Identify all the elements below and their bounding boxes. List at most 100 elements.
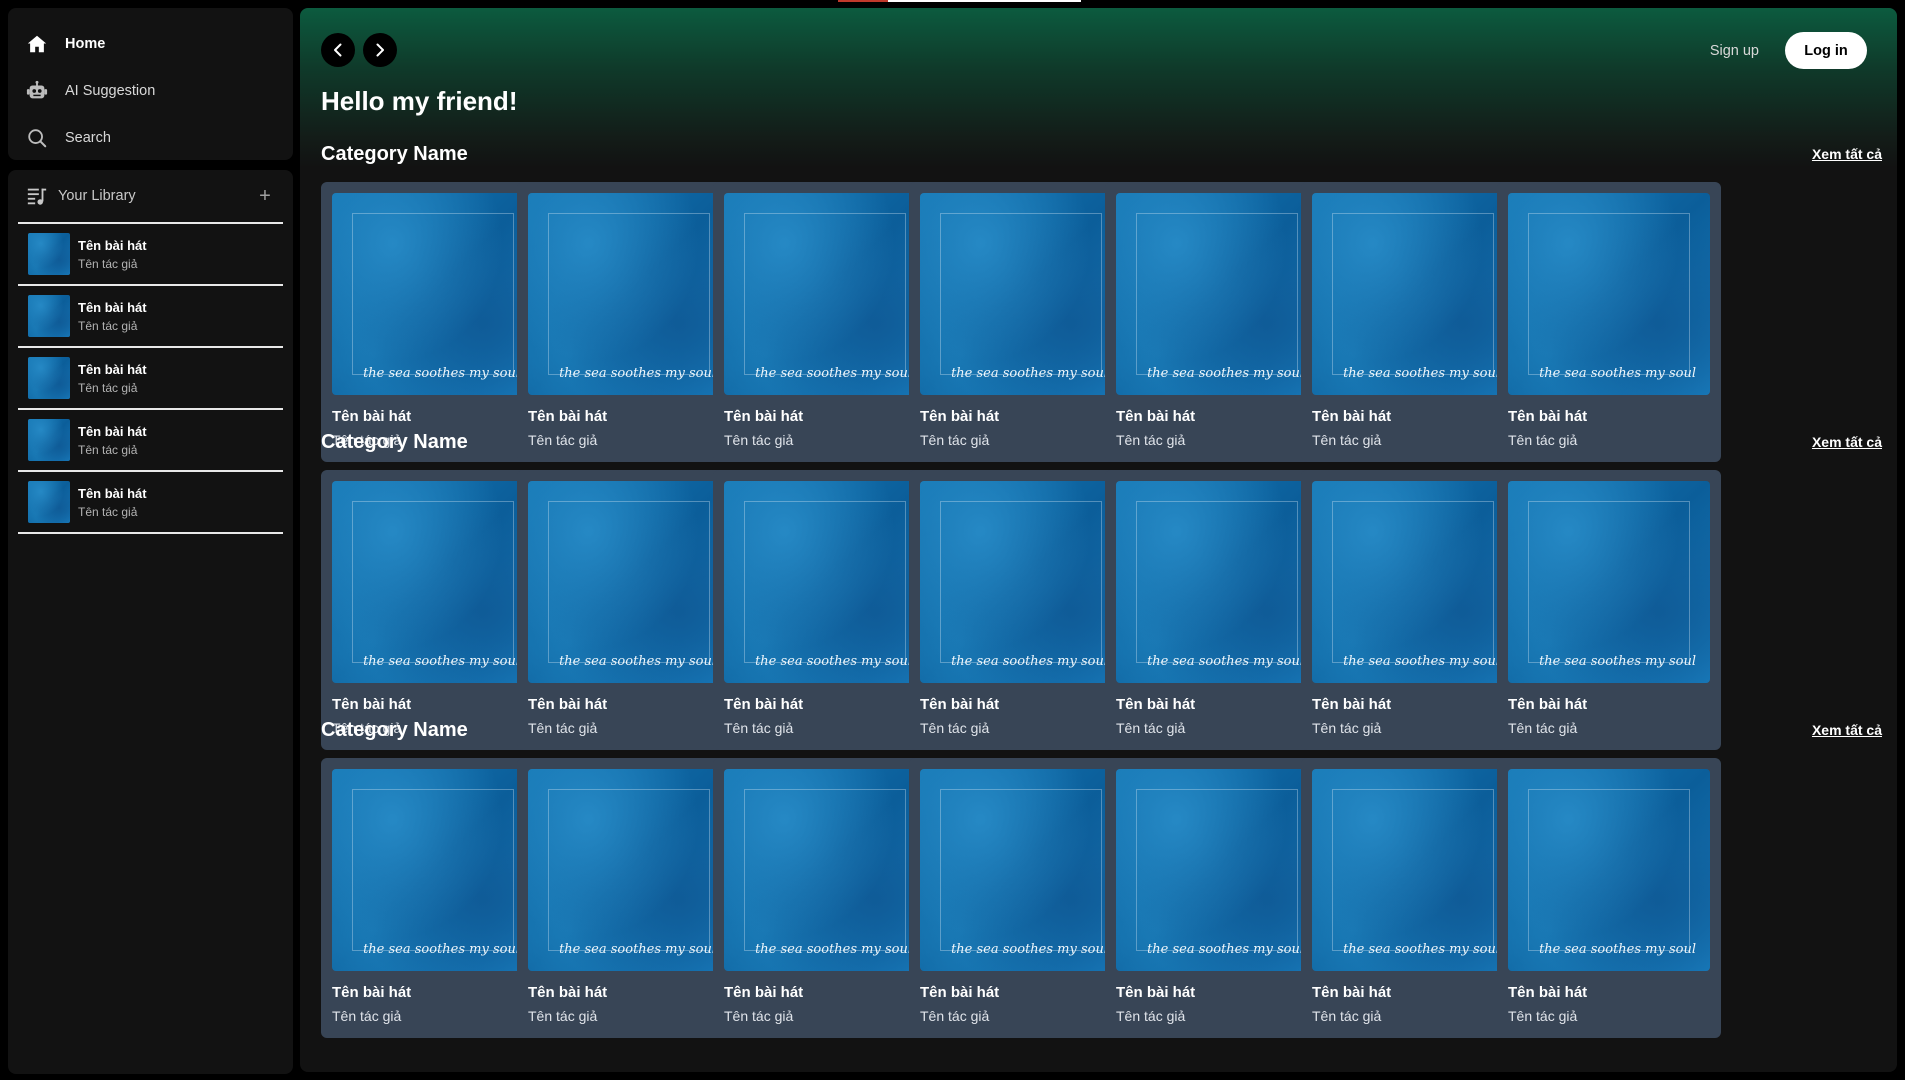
- library-title: Your Library: [58, 188, 136, 204]
- song-cover-art: the sea soothes my soul: [1312, 481, 1514, 683]
- song-cover-art: the sea soothes my soul: [332, 769, 534, 971]
- song-title: Tên bài hát: [920, 696, 1000, 713]
- song-cover-art: the sea soothes my soul: [920, 193, 1122, 395]
- song-cover-art: the sea soothes my soul: [1312, 193, 1514, 395]
- song-card[interactable]: the sea soothes my soul Tên bài hát Tên …: [1105, 182, 1329, 462]
- chevron-right-icon: [376, 43, 384, 57]
- cover-caption: the sea soothes my soul: [755, 942, 912, 957]
- song-title: Tên bài hát: [78, 361, 147, 377]
- song-card[interactable]: the sea soothes my soul Tên bài hát Tên …: [1301, 470, 1525, 750]
- forward-button[interactable]: [363, 33, 397, 67]
- chevron-left-icon: [334, 43, 342, 57]
- sidebar-item-search[interactable]: Search: [18, 114, 283, 161]
- section-title: Category Name: [321, 430, 468, 453]
- library-item[interactable]: Tên bài hát Tên tác giả: [18, 410, 283, 472]
- sidebar-item-home[interactable]: Home: [18, 20, 283, 67]
- song-card[interactable]: the sea soothes my soul Tên bài hát Tên …: [909, 182, 1133, 462]
- cover-caption: the sea soothes my soul: [1343, 942, 1500, 957]
- artist-name: Tên tác giả: [920, 1008, 990, 1024]
- library-item[interactable]: Tên bài hát Tên tác giả: [18, 348, 283, 410]
- song-card[interactable]: the sea soothes my soul Tên bài hát Tên …: [321, 182, 545, 462]
- song-card[interactable]: the sea soothes my soul Tên bài hát Tên …: [1497, 470, 1721, 750]
- section-title: Category Name: [321, 718, 468, 741]
- song-cover-art: the sea soothes my soul: [332, 481, 534, 683]
- song-title: Tên bài hát: [332, 696, 412, 713]
- artist-name: Tên tác giả: [1116, 1008, 1186, 1024]
- song-card[interactable]: the sea soothes my soul Tên bài hát Tên …: [1497, 182, 1721, 462]
- song-title: Tên bài hát: [528, 408, 608, 425]
- library-item[interactable]: Tên bài hát Tên tác giả: [18, 472, 283, 534]
- song-title: Tên bài hát: [724, 696, 804, 713]
- sidebar-item-label: AI Suggestion: [65, 82, 156, 99]
- song-card[interactable]: the sea soothes my soul Tên bài hát Tên …: [517, 470, 741, 750]
- song-card[interactable]: the sea soothes my soul Tên bài hát Tên …: [1105, 470, 1329, 750]
- song-card[interactable]: the sea soothes my soul Tên bài hát Tên …: [321, 470, 545, 750]
- cover-caption: the sea soothes my soul: [1539, 654, 1696, 669]
- song-title: Tên bài hát: [528, 984, 608, 1001]
- back-button[interactable]: [321, 33, 355, 67]
- artist-name: Tên tác giả: [724, 1008, 794, 1024]
- search-icon: [26, 127, 48, 149]
- card-row: the sea soothes my soul Tên bài hát Tên …: [321, 758, 1882, 1038]
- song-card[interactable]: the sea soothes my soul Tên bài hát Tên …: [1301, 182, 1525, 462]
- song-cover-art: the sea soothes my soul: [920, 769, 1122, 971]
- cover-caption: the sea soothes my soul: [951, 942, 1108, 957]
- song-cover-art: the sea soothes my soul: [528, 481, 730, 683]
- library-header: Your Library +: [18, 170, 283, 222]
- song-card[interactable]: the sea soothes my soul Tên bài hát Tên …: [909, 470, 1133, 750]
- song-cover-art: the sea soothes my soul: [528, 193, 730, 395]
- song-card[interactable]: the sea soothes my soul Tên bài hát Tên …: [713, 182, 937, 462]
- sidebar-item-ai-suggestion[interactable]: AI Suggestion: [18, 67, 283, 114]
- artist-name: Tên tác giả: [78, 380, 138, 395]
- library-item[interactable]: Tên bài hát Tên tác giả: [18, 286, 283, 348]
- song-card[interactable]: the sea soothes my soul Tên bài hát Tên …: [517, 758, 741, 1038]
- song-title: Tên bài hát: [920, 984, 1000, 1001]
- song-title: Tên bài hát: [1312, 696, 1392, 713]
- song-card[interactable]: the sea soothes my soul Tên bài hát Tên …: [321, 758, 545, 1038]
- song-title: Tên bài hát: [1508, 696, 1588, 713]
- song-cover-art: the sea soothes my soul: [1508, 193, 1710, 395]
- song-title: Tên bài hát: [1116, 984, 1196, 1001]
- song-card[interactable]: the sea soothes my soul Tên bài hát Tên …: [713, 470, 937, 750]
- main-content: Sign up Log in Hello my friend! Category…: [300, 8, 1897, 1072]
- cover-caption: the sea soothes my soul: [559, 366, 716, 381]
- sidebar-item-label: Home: [65, 35, 106, 52]
- page-title: Hello my friend!: [321, 86, 518, 116]
- section-header: Category Name Xem tất cả: [321, 716, 1882, 744]
- cover-caption: the sea soothes my soul: [951, 366, 1108, 381]
- song-title: Tên bài hát: [332, 984, 412, 1001]
- library-item[interactable]: Tên bài hát Tên tác giả: [18, 224, 283, 286]
- add-to-library-button[interactable]: +: [255, 186, 275, 206]
- song-cover-thumbnail: [28, 481, 70, 523]
- song-cover-art: the sea soothes my soul: [920, 481, 1122, 683]
- sign-up-button[interactable]: Sign up: [1710, 43, 1759, 59]
- song-card[interactable]: the sea soothes my soul Tên bài hát Tên …: [1301, 758, 1525, 1038]
- song-card[interactable]: the sea soothes my soul Tên bài hát Tên …: [1497, 758, 1721, 1038]
- song-card[interactable]: the sea soothes my soul Tên bài hát Tên …: [909, 758, 1133, 1038]
- see-all-link[interactable]: Xem tất cả: [1812, 146, 1882, 162]
- song-title: Tên bài hát: [1508, 408, 1588, 425]
- cover-caption: the sea soothes my soul: [1147, 654, 1304, 669]
- song-title: Tên bài hát: [920, 408, 1000, 425]
- song-card[interactable]: the sea soothes my soul Tên bài hát Tên …: [517, 182, 741, 462]
- song-title: Tên bài hát: [724, 984, 804, 1001]
- cover-caption: the sea soothes my soul: [363, 366, 520, 381]
- card-row: the sea soothes my soul Tên bài hát Tên …: [321, 470, 1882, 750]
- song-title: Tên bài hát: [1312, 408, 1392, 425]
- category-section: Category Name Xem tất cả the sea soothes…: [321, 716, 1882, 1038]
- see-all-link[interactable]: Xem tất cả: [1812, 722, 1882, 738]
- cover-caption: the sea soothes my soul: [363, 654, 520, 669]
- song-card[interactable]: the sea soothes my soul Tên bài hát Tên …: [1105, 758, 1329, 1038]
- song-title: Tên bài hát: [1312, 984, 1392, 1001]
- category-section: Category Name Xem tất cả the sea soothes…: [321, 140, 1882, 462]
- song-cover-art: the sea soothes my soul: [1508, 481, 1710, 683]
- song-card[interactable]: the sea soothes my soul Tên bài hát Tên …: [713, 758, 937, 1038]
- robot-icon: [26, 80, 48, 102]
- library-item-text: Tên bài hát Tên tác giả: [78, 362, 147, 395]
- see-all-link[interactable]: Xem tất cả: [1812, 434, 1882, 450]
- song-title: Tên bài hát: [78, 485, 147, 501]
- song-title: Tên bài hát: [78, 423, 147, 439]
- log-in-button[interactable]: Log in: [1785, 32, 1867, 69]
- home-icon: [26, 33, 48, 55]
- section-header: Category Name Xem tất cả: [321, 140, 1882, 168]
